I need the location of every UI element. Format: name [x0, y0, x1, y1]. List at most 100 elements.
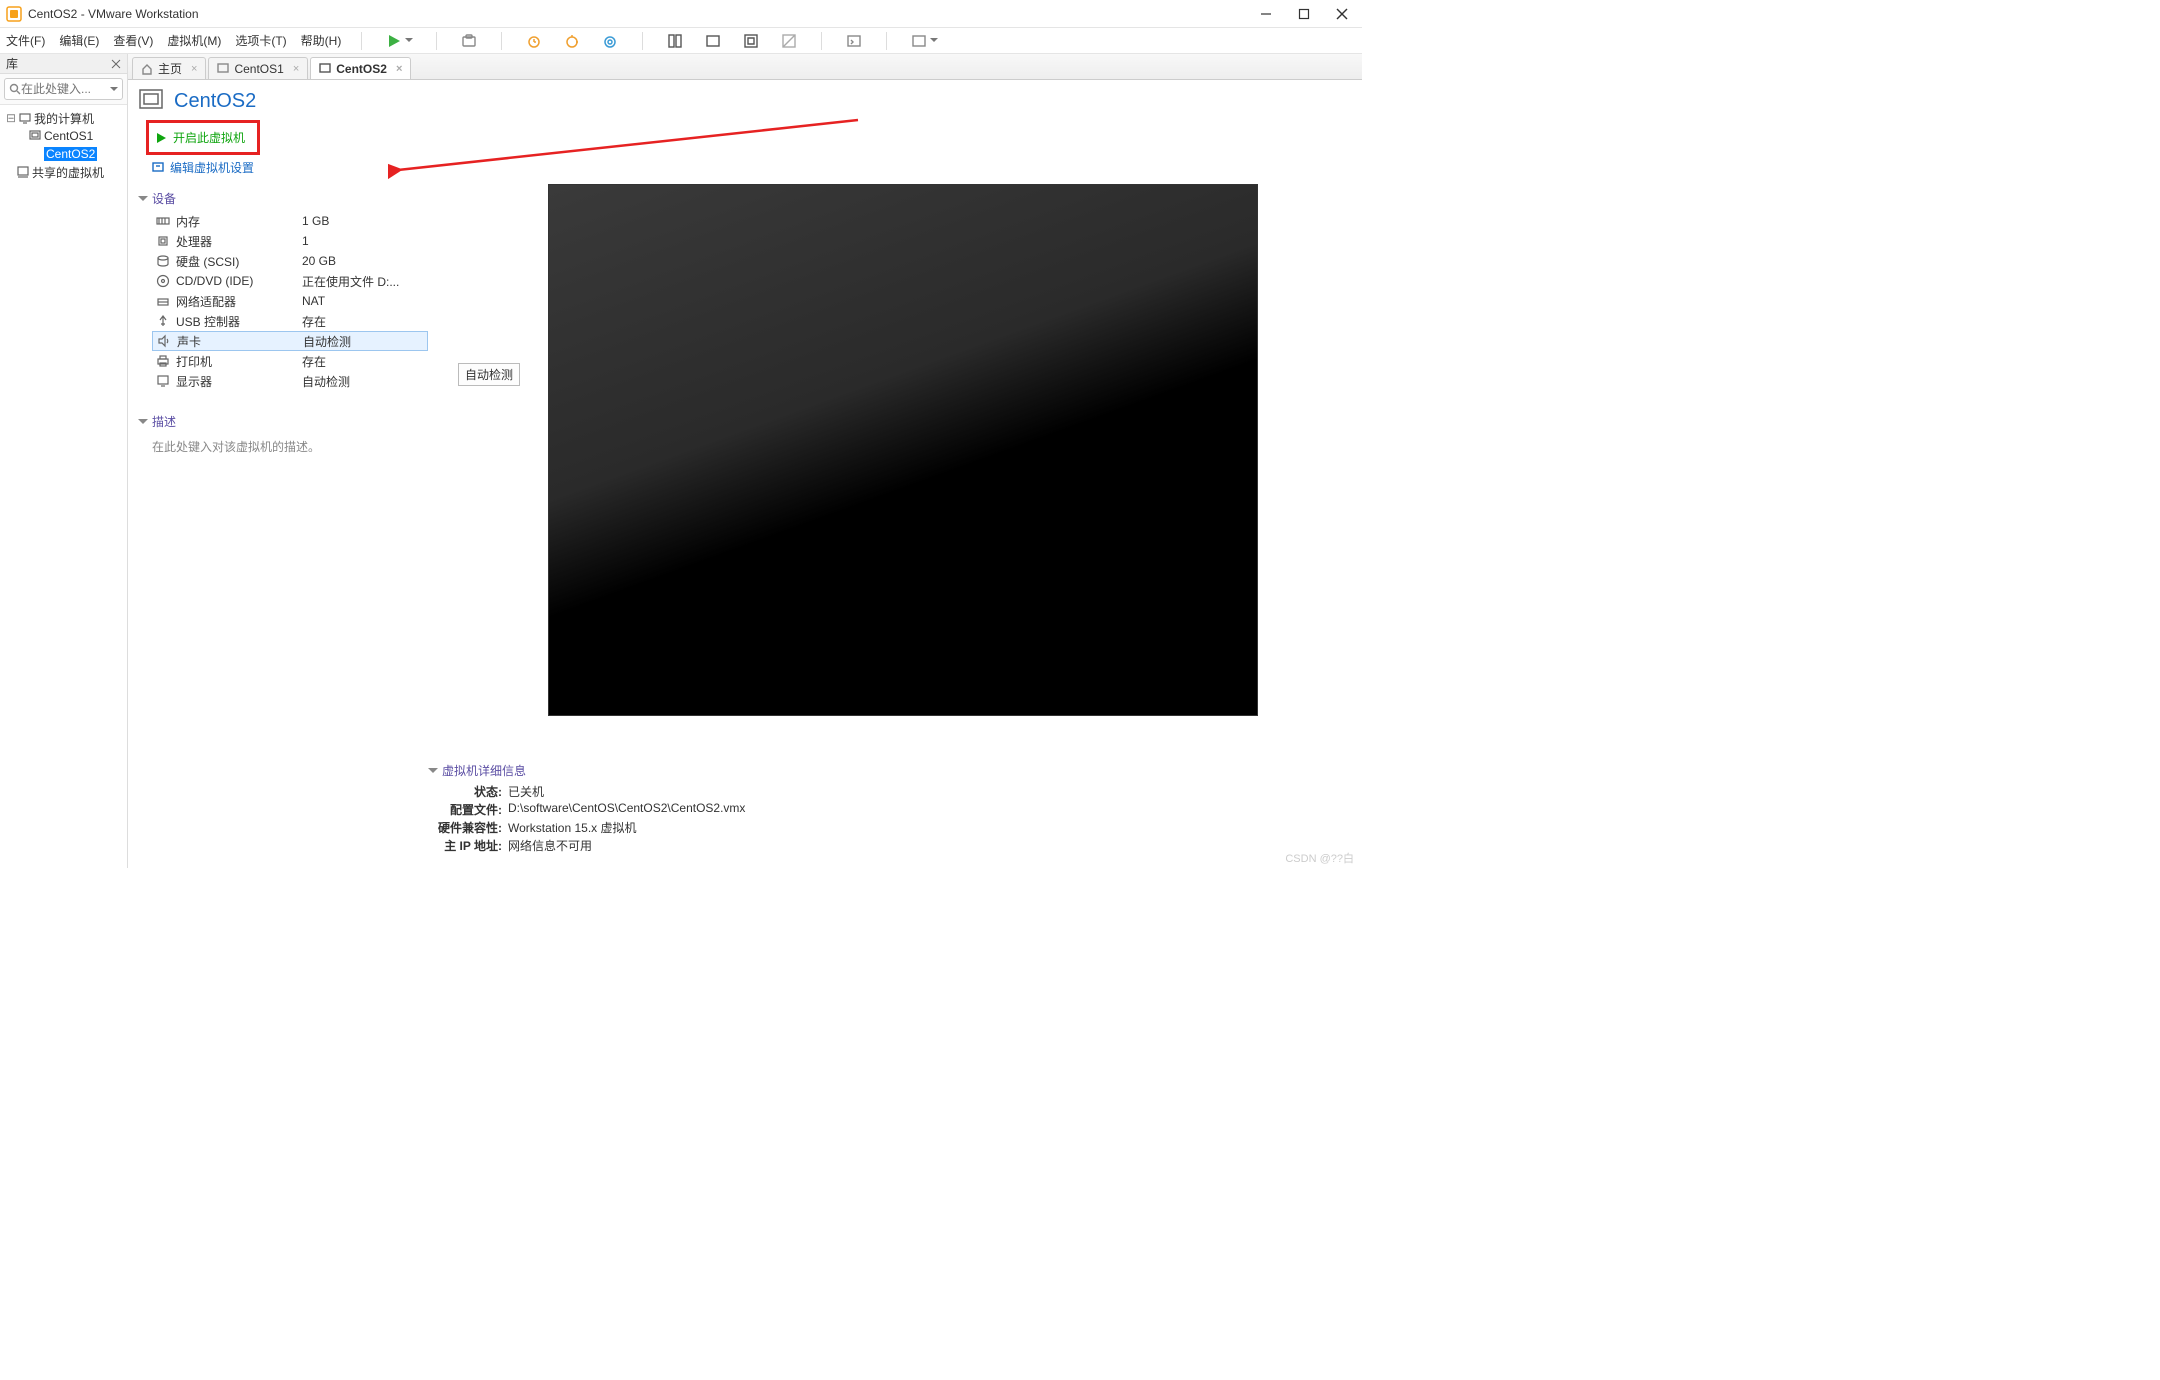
tab-close-icon[interactable]: × [293, 63, 299, 75]
tree-shared[interactable]: 共享的虚拟机 [0, 163, 127, 181]
sidebar-close-icon[interactable] [111, 59, 121, 69]
chevron-down-icon [138, 419, 148, 429]
menu-vm[interactable]: 虚拟机(M) [167, 32, 221, 49]
manage-button[interactable] [598, 30, 622, 52]
device-label: CD/DVD (IDE) [176, 274, 253, 288]
sidebar-title: 库 [6, 55, 18, 72]
snapshot-manager-button[interactable] [560, 30, 584, 52]
home-icon [141, 63, 153, 75]
tab-close-icon[interactable]: × [396, 63, 402, 75]
edit-settings-link[interactable]: 编辑虚拟机设置 [148, 157, 1352, 178]
tree-root[interactable]: ⊟ 我的计算机 [0, 109, 127, 127]
sidebar-search[interactable] [4, 78, 123, 100]
menu-edit[interactable]: 编辑(E) [59, 32, 99, 49]
separator [821, 32, 822, 50]
fullscreen-button[interactable] [739, 30, 763, 52]
sidebar: 库 ⊟ 我的计算机 CentOS1 CentOS2 [0, 54, 128, 868]
description-placeholder[interactable]: 在此处键入对该虚拟机的描述。 [152, 434, 428, 459]
annotation-box: 开启此虚拟机 [146, 120, 260, 155]
search-icon [9, 83, 21, 95]
device-row[interactable]: 内存1 GB [152, 211, 428, 231]
shared-icon [16, 165, 30, 179]
app-icon [6, 6, 22, 22]
window-title: CentOS2 - VMware Workstation [28, 7, 1256, 21]
menu-tabs[interactable]: 选项卡(T) [235, 32, 286, 49]
menubar: 文件(F) 编辑(E) 查看(V) 虚拟机(M) 选项卡(T) 帮助(H) [0, 28, 1362, 54]
details-header[interactable]: 虚拟机详细信息 [428, 762, 1352, 779]
device-label: 声卡 [177, 333, 201, 350]
display-icon [156, 374, 170, 388]
device-row[interactable]: 声卡 自动检测 [152, 331, 428, 351]
device-row[interactable]: 处理器1 [152, 231, 428, 251]
tooltip: 自动检测 [458, 363, 520, 386]
device-row[interactable]: 硬盘 (SCSI) 20 GB [152, 251, 428, 271]
menu-help[interactable]: 帮助(H) [301, 32, 342, 49]
vm-screen-preview[interactable] [548, 184, 1258, 716]
device-row[interactable]: 打印机 存在 [152, 351, 428, 371]
vm-icon [28, 129, 42, 143]
vm-icon [217, 63, 229, 75]
separator [642, 32, 643, 50]
device-row[interactable]: CD/DVD (IDE) 正在使用文件 D:... [152, 271, 428, 291]
device-value: 自动检测 [302, 373, 350, 390]
tab-home[interactable]: 主页 × [132, 57, 206, 79]
tree-collapse-icon[interactable]: ⊟ [6, 111, 16, 125]
power-on-button[interactable] [382, 30, 416, 52]
view-single-button[interactable] [663, 30, 687, 52]
snapshot-button[interactable] [457, 30, 481, 52]
sound-icon [157, 334, 171, 348]
menu-view[interactable]: 查看(V) [113, 32, 153, 49]
device-value: 自动检测 [303, 333, 351, 350]
device-label: 硬盘 (SCSI) [176, 253, 239, 270]
device-row[interactable]: USB 控制器存在 [152, 311, 428, 331]
devices-header[interactable]: 设备 [138, 190, 428, 207]
device-value: 1 [302, 234, 309, 248]
details-key: 配置文件: [428, 801, 502, 819]
tree-vm-centos1[interactable]: CentOS1 [0, 127, 127, 145]
details-row: 主 IP 地址:网络信息不可用 [428, 837, 1352, 855]
device-list: 内存1 GB处理器1 硬盘 (SCSI) 20 GB CD/DVD (IDE) 正在使用… [152, 211, 428, 391]
vm-big-icon [138, 88, 164, 114]
details-value: Workstation 15.x 虚拟机 [508, 819, 637, 837]
unity-button[interactable] [777, 30, 801, 52]
vm-title: CentOS2 [174, 90, 256, 113]
separator [361, 32, 362, 50]
tab-label: CentOS1 [234, 62, 283, 76]
separator [886, 32, 887, 50]
stretch-button[interactable] [907, 30, 941, 52]
device-value: 正在使用文件 D:... [302, 273, 399, 290]
usb-icon [156, 314, 170, 328]
vm-icon [319, 63, 331, 75]
tab-label: 主页 [158, 60, 182, 77]
details-row: 硬件兼容性:Workstation 15.x 虚拟机 [428, 819, 1352, 837]
device-value: 存在 [302, 353, 326, 370]
description-header[interactable]: 描述 [138, 413, 428, 430]
details-value: D:\software\CentOS\CentOS2\CentOS2.vmx [508, 801, 745, 819]
device-row[interactable]: 显示器 自动检测 [152, 371, 428, 391]
chevron-down-icon[interactable] [110, 87, 118, 95]
menu-file[interactable]: 文件(F) [6, 32, 45, 49]
device-row[interactable]: 网络适配器NAT [152, 291, 428, 311]
tab-close-icon[interactable]: × [191, 63, 197, 75]
revert-button[interactable] [522, 30, 546, 52]
net-icon [156, 294, 170, 308]
device-value: 20 GB [302, 254, 336, 268]
power-on-vm-link[interactable]: 开启此虚拟机 [151, 127, 249, 148]
watermark: CSDN @??白 [1285, 850, 1354, 866]
console-button[interactable] [842, 30, 866, 52]
maximize-button[interactable] [1294, 4, 1314, 24]
tree-vm-centos2[interactable]: CentOS2 [0, 145, 127, 163]
minimize-button[interactable] [1256, 4, 1276, 24]
computer-icon [18, 111, 32, 125]
disc-icon [156, 274, 170, 288]
sidebar-header: 库 [0, 54, 127, 74]
device-label: 显示器 [176, 373, 212, 390]
close-button[interactable] [1332, 4, 1352, 24]
view-multi-button[interactable] [701, 30, 725, 52]
search-input[interactable] [21, 82, 91, 96]
device-label: 打印机 [176, 353, 212, 370]
tab-centos2[interactable]: CentOS2 × [310, 57, 411, 79]
disk-icon [156, 254, 170, 268]
tab-centos1[interactable]: CentOS1 × [208, 57, 308, 79]
separator [501, 32, 502, 50]
